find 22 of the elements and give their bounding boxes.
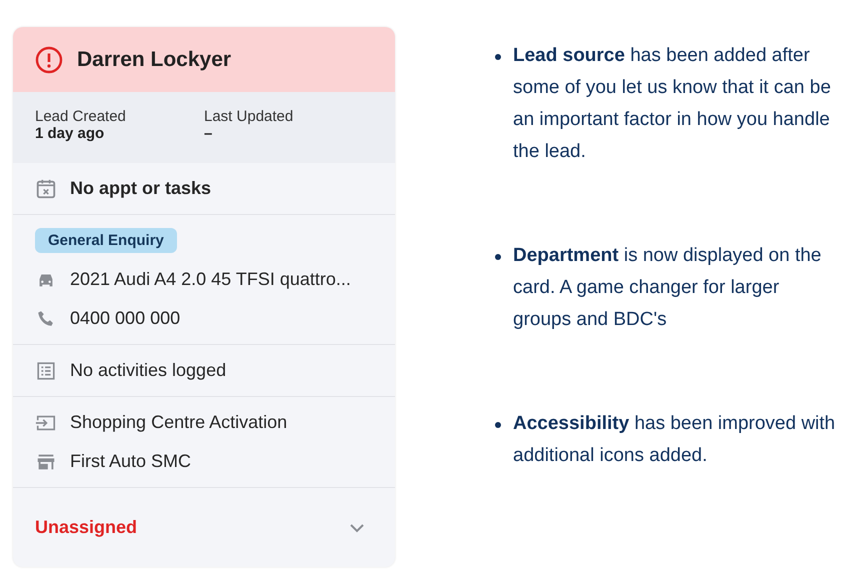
- bullet-icon: [495, 422, 501, 428]
- detail-text: 2021 Audi A4 2.0 45 TFSI quattro...: [70, 269, 351, 290]
- bullet-icon: [495, 254, 501, 260]
- detail-text: First Auto SMC: [70, 451, 192, 472]
- list-icon: [35, 360, 57, 382]
- note-text: Lead source has been added after some of you let us know that it can be an important factor in how you handle the lead.: [513, 44, 832, 164]
- note-text: Accessibility has been improved with additional icons added.: [513, 412, 836, 468]
- detail-text: Shopping Centre Activation: [70, 412, 288, 433]
- department-tag: General Enquiry: [35, 228, 177, 253]
- detail-text: No appt or tasks: [70, 178, 212, 199]
- detail-text: 0400 000 000: [70, 308, 180, 329]
- date-value: 1 day ago: [35, 125, 106, 142]
- lead-name: Darren Lockyer: [77, 48, 232, 72]
- date-value: –: [204, 125, 214, 142]
- detail-text: No activities logged: [70, 360, 226, 381]
- assignee-text: Unassigned: [35, 517, 138, 538]
- date-label: Last Updated: [204, 108, 294, 125]
- alert-icon: [35, 46, 63, 74]
- date-label: Lead Created: [35, 108, 127, 125]
- note-text: Department is now displayed on the card. A game changer for larger groups and BDC's: [513, 244, 822, 332]
- bullet-icon: [495, 54, 501, 60]
- calendar-icon: [35, 178, 57, 200]
